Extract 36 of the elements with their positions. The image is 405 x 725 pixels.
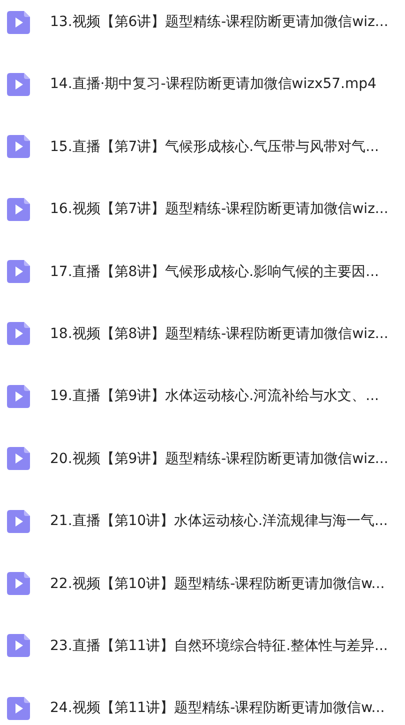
video-file-icon [7, 260, 30, 284]
video-file-icon [7, 696, 30, 720]
video-file-icon [7, 322, 30, 346]
file-row[interactable]: 16.视频【第7讲】题型精练-课程防断更请加微信wiz... [7, 187, 405, 232]
video-file-icon [7, 198, 30, 221]
file-row[interactable]: 15.直播【第7讲】气候形成核心.气压带与风带对气... [7, 124, 405, 169]
video-file-icon [7, 572, 30, 596]
file-name: 21.直播【第10讲】水体运动核心.洋流规律与海一气... [50, 512, 388, 530]
file-row[interactable]: 18.视频【第8讲】题型精练-课程防断更请加微信wiz... [7, 312, 405, 356]
file-name: 20.视频【第9讲】题型精练-课程防断更请加微信wiz... [50, 450, 388, 468]
file-row[interactable]: 21.直播【第10讲】水体运动核心.洋流规律与海一气... [7, 499, 405, 544]
file-name: 13.视频【第6讲】题型精练-课程防断更请加微信wiz... [50, 13, 388, 31]
file-row[interactable]: 14.直播·期中复习-课程防断更请加微信wizx57.mp4 [7, 62, 405, 106]
file-name: 15.直播【第7讲】气候形成核心.气压带与风带对气... [50, 138, 379, 156]
file-row[interactable]: 23.直播【第11讲】自然环境综合特征.整体性与差异... [7, 624, 405, 668]
file-row[interactable]: 19.直播【第9讲】水体运动核心.河流补给与水文、... [7, 374, 405, 418]
file-name: 14.直播·期中复习-课程防断更请加微信wizx57.mp4 [50, 75, 376, 94]
file-name: 18.视频【第8讲】题型精练-课程防断更请加微信wiz... [50, 324, 388, 343]
video-file-icon [7, 447, 30, 470]
video-file-icon [7, 10, 30, 34]
video-file-icon [7, 72, 30, 96]
file-name: 24.视频【第11讲】题型精练-课程防断更请加微信w... [50, 699, 385, 718]
file-row[interactable]: 22.视频【第10讲】题型精练-课程防断更请加微信w... [7, 562, 405, 606]
file-name: 23.直播【第11讲】自然环境综合特征.整体性与差异... [50, 636, 388, 655]
video-file-icon [7, 135, 30, 158]
video-file-icon [7, 634, 30, 658]
video-file-icon [7, 384, 30, 408]
file-name: 17.直播【第8讲】气候形成核心.影响气候的主要因... [50, 262, 379, 281]
file-row[interactable]: 24.视频【第11讲】题型精练-课程防断更请加微信w... [7, 686, 405, 725]
file-row[interactable]: 17.直播【第8讲】气候形成核心.影响气候的主要因... [7, 250, 405, 294]
file-name: 22.视频【第10讲】题型精练-课程防断更请加微信w... [50, 574, 385, 593]
file-row[interactable]: 13.视频【第6讲】题型精练-课程防断更请加微信wiz... [7, 0, 405, 44]
file-row[interactable]: 20.视频【第9讲】题型精练-课程防断更请加微信wiz... [7, 436, 405, 481]
file-name: 16.视频【第7讲】题型精练-课程防断更请加微信wiz... [50, 200, 388, 218]
file-name: 19.直播【第9讲】水体运动核心.河流补给与水文、... [50, 387, 379, 406]
video-file-icon [7, 510, 30, 533]
